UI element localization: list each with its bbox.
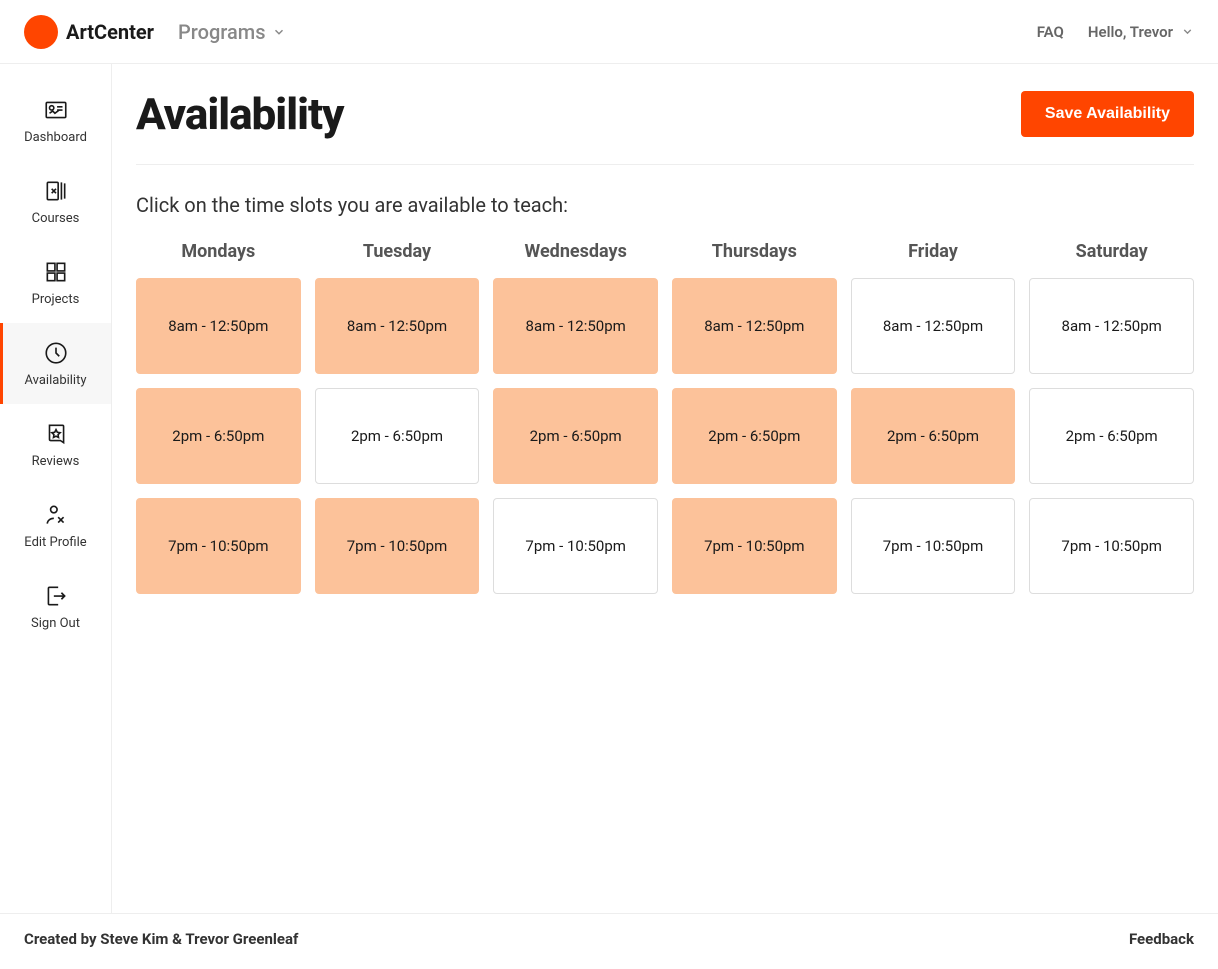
time-slot[interactable]: 8am - 12:50pm: [493, 278, 658, 374]
time-slot[interactable]: 2pm - 6:50pm: [493, 388, 658, 484]
instruction-text: Click on the time slots you are availabl…: [136, 193, 1194, 217]
sidebar-item-reviews[interactable]: Reviews: [0, 404, 111, 485]
header-left: ArtCenter Programs: [24, 15, 286, 49]
save-availability-button[interactable]: Save Availability: [1021, 91, 1194, 137]
user-menu[interactable]: Hello, Trevor: [1088, 23, 1194, 41]
programs-dropdown[interactable]: Programs: [178, 20, 285, 44]
page-header: Availability Save Availability: [136, 88, 1194, 165]
time-slot[interactable]: 2pm - 6:50pm: [1029, 388, 1194, 484]
time-slot[interactable]: 8am - 12:50pm: [851, 278, 1016, 374]
layout: Dashboard Courses Projects Availability …: [0, 64, 1218, 913]
time-slot[interactable]: 2pm - 6:50pm: [851, 388, 1016, 484]
reviews-icon: [42, 420, 70, 448]
user-greeting: Hello, Trevor: [1088, 23, 1173, 41]
top-header: ArtCenter Programs FAQ Hello, Trevor: [0, 0, 1218, 64]
sidebar-item-label: Projects: [32, 292, 80, 307]
day-header: Saturday: [1029, 241, 1194, 262]
chevron-down-icon: [1181, 25, 1194, 38]
courses-icon: [42, 177, 70, 205]
brand-name: ArtCenter: [66, 20, 154, 44]
sidebar-item-courses[interactable]: Courses: [0, 161, 111, 242]
main-content: Availability Save Availability Click on …: [112, 64, 1218, 913]
sidebar-item-label: Reviews: [32, 454, 80, 469]
day-header: Wednesdays: [493, 241, 658, 262]
time-slot[interactable]: 8am - 12:50pm: [136, 278, 301, 374]
sidebar-item-label: Dashboard: [24, 130, 87, 145]
time-slot[interactable]: 7pm - 10:50pm: [672, 498, 837, 594]
sidebar-item-label: Edit Profile: [24, 535, 86, 550]
footer: Created by Steve Kim & Trevor Greenleaf …: [0, 913, 1218, 964]
header-right: FAQ Hello, Trevor: [1037, 23, 1194, 41]
footer-credit: Created by Steve Kim & Trevor Greenleaf: [24, 930, 298, 948]
time-slot[interactable]: 8am - 12:50pm: [672, 278, 837, 374]
schedule-grid: Mondays Tuesday Wednesdays Thursdays Friday S…: [136, 241, 1194, 594]
sidebar-item-label: Sign Out: [31, 616, 80, 631]
faq-link[interactable]: FAQ: [1037, 23, 1064, 41]
edit-profile-icon: [42, 501, 70, 529]
chevron-down-icon: [272, 25, 286, 39]
day-header: Mondays: [136, 241, 301, 262]
sidebar-item-label: Courses: [32, 211, 80, 226]
sidebar-item-projects[interactable]: Projects: [0, 242, 111, 323]
time-slot[interactable]: 7pm - 10:50pm: [315, 498, 480, 594]
time-slot[interactable]: 8am - 12:50pm: [315, 278, 480, 374]
logo-circle-icon: [24, 15, 58, 49]
time-slot[interactable]: 8am - 12:50pm: [1029, 278, 1194, 374]
programs-label: Programs: [178, 20, 265, 44]
time-slot[interactable]: 7pm - 10:50pm: [493, 498, 658, 594]
sidebar-item-availability[interactable]: Availability: [0, 323, 111, 404]
time-slot[interactable]: 7pm - 10:50pm: [851, 498, 1016, 594]
clock-icon: [42, 339, 70, 367]
day-header: Tuesday: [315, 241, 480, 262]
sidebar-item-sign-out[interactable]: Sign Out: [0, 566, 111, 647]
brand-logo[interactable]: ArtCenter: [24, 15, 154, 49]
feedback-link[interactable]: Feedback: [1129, 930, 1194, 948]
sidebar: Dashboard Courses Projects Availability …: [0, 64, 112, 913]
time-slot[interactable]: 7pm - 10:50pm: [136, 498, 301, 594]
time-slot[interactable]: 2pm - 6:50pm: [136, 388, 301, 484]
time-slot[interactable]: 7pm - 10:50pm: [1029, 498, 1194, 594]
sidebar-item-label: Availability: [24, 373, 86, 388]
dashboard-icon: [42, 96, 70, 124]
projects-icon: [42, 258, 70, 286]
time-slot[interactable]: 2pm - 6:50pm: [315, 388, 480, 484]
day-header: Friday: [851, 241, 1016, 262]
sidebar-item-dashboard[interactable]: Dashboard: [0, 80, 111, 161]
sidebar-item-språk-edit-profile[interactable]: Edit Profile: [0, 485, 111, 566]
page-title: Availability: [136, 88, 343, 140]
day-header: Thursdays: [672, 241, 837, 262]
sign-out-icon: [42, 582, 70, 610]
time-slot[interactable]: 2pm - 6:50pm: [672, 388, 837, 484]
